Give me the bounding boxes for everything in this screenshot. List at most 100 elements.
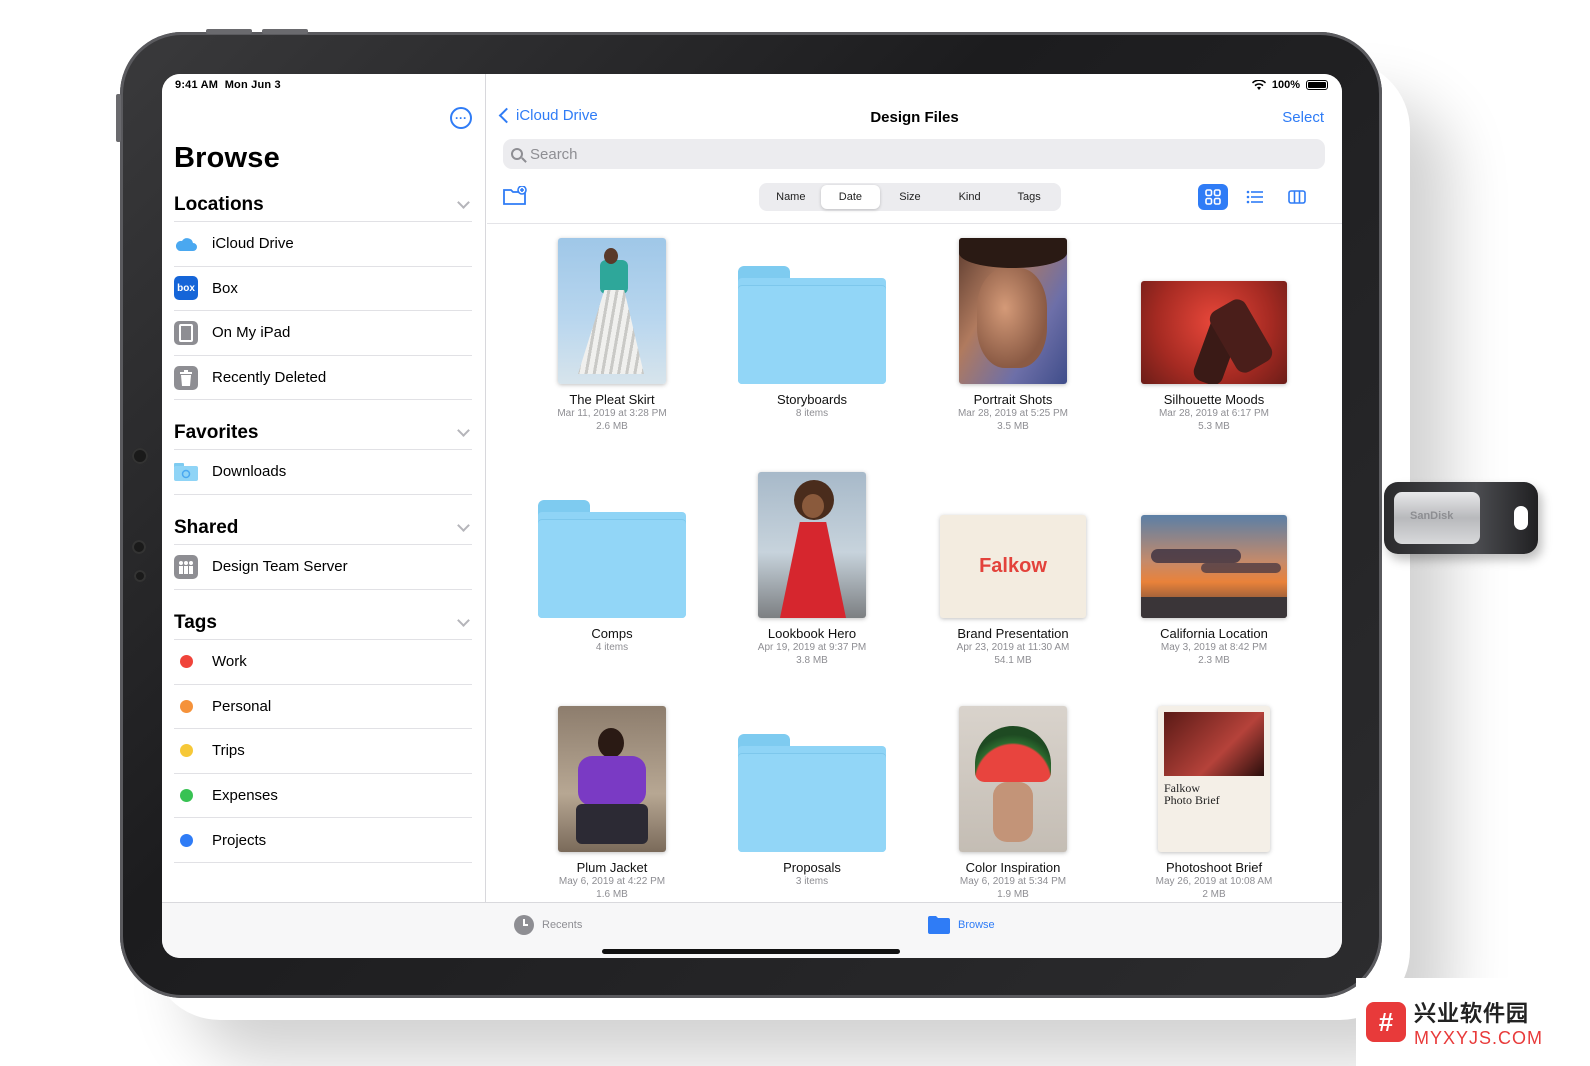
file-name: Color Inspiration [965, 860, 1061, 875]
file-name: Lookbook Hero [767, 626, 857, 641]
sidebar-item-tag-trips[interactable]: Trips [174, 729, 472, 774]
file-name: Plum Jacket [576, 860, 648, 875]
sort-option-date[interactable]: Date [820, 185, 881, 209]
folder-item-storyboards[interactable]: Storyboards 8 items [712, 234, 912, 420]
file-item-portrait-shots[interactable]: Portrait Shots Mar 28, 2019 at 5:25 PM 3… [913, 234, 1113, 433]
camera-icon [132, 448, 148, 464]
search-placeholder: Search [530, 145, 578, 163]
sidebar-item-tag-work[interactable]: Work [174, 640, 472, 685]
file-item-color-inspiration[interactable]: Color Inspiration May 6, 2019 at 5:34 PM… [913, 702, 1113, 901]
file-item-the-pleat-skirt[interactable]: The Pleat Skirt Mar 11, 2019 at 3:28 PM … [512, 234, 712, 433]
column-view-button[interactable] [1282, 184, 1312, 210]
file-name: Silhouette Moods [1163, 392, 1265, 407]
watermark: # 兴业软件园 MYXYJS.COM [1356, 978, 1590, 1066]
section-label: Tags [174, 611, 217, 633]
sidebar-item-label: Downloads [212, 463, 287, 481]
file-size: 2.6 MB [596, 421, 628, 432]
section-header-favorites[interactable]: Favorites [174, 416, 472, 450]
ipad-screen: 9:41 AM Mon Jun 3 ··· Browse Locations i… [162, 74, 1342, 958]
sidebar-item-recently-deleted[interactable]: Recently Deleted [174, 356, 472, 401]
file-name: Portrait Shots [973, 392, 1053, 407]
sidebar-item-downloads[interactable]: Downloads [174, 450, 472, 495]
sidebar-item-design-team-server[interactable]: Design Team Server [174, 545, 472, 590]
file-item-california-location[interactable]: California Location May 3, 2019 at 8:42 … [1114, 468, 1314, 667]
file-date: Mar 28, 2019 at 5:25 PM [957, 408, 1069, 419]
section-label: Locations [174, 193, 264, 215]
tab-bar: Recents Browse [162, 902, 1342, 958]
icon-view-button[interactable] [1198, 184, 1228, 210]
sidebar-item-on-my-ipad[interactable]: On My iPad [174, 311, 472, 356]
file-item-plum-jacket[interactable]: Plum Jacket May 6, 2019 at 4:22 PM 1.6 M… [512, 702, 712, 901]
home-indicator[interactable] [602, 949, 900, 954]
file-date: Apr 23, 2019 at 11:30 AM [956, 642, 1070, 653]
section-shared: Shared Design Team Server [174, 511, 472, 590]
file-date: May 6, 2019 at 4:22 PM [558, 876, 666, 887]
clock-icon [514, 915, 534, 935]
stage: SanDisk 9:41 AM Mon Jun 3 ··· Browse Loc… [0, 0, 1590, 1066]
search-icon [511, 148, 523, 160]
sidebar-item-box[interactable]: box Box [174, 267, 472, 312]
sidebar-item-label: Personal [212, 697, 272, 715]
sidebar-item-label: Expenses [212, 787, 278, 805]
file-thumbnail [1141, 515, 1287, 618]
file-size: 3.8 MB [796, 655, 828, 666]
trash-icon [174, 365, 198, 390]
more-options-button[interactable]: ··· [450, 107, 472, 129]
watermark-logo-icon: # [1366, 1002, 1406, 1042]
sidebar-item-label: Design Team Server [212, 558, 348, 576]
sort-option-name[interactable]: Name [761, 185, 821, 209]
folder-icon [538, 500, 686, 618]
status-right: 100% [1251, 79, 1328, 91]
folder-icon [928, 916, 950, 934]
sidebar-item-label: Recently Deleted [212, 369, 327, 387]
sidebar-item-tag-personal[interactable]: Personal [174, 685, 472, 730]
file-thumbnail: Falkow Photo Brief [1158, 706, 1270, 852]
usb-brand-label: SanDisk [1410, 510, 1454, 522]
sort-option-size[interactable]: Size [880, 185, 940, 209]
file-size: 5.3 MB [1198, 421, 1230, 432]
file-thumbnail [959, 706, 1067, 852]
chevron-down-icon [457, 518, 470, 532]
sort-option-tags[interactable]: Tags [999, 185, 1059, 209]
file-date: Mar 28, 2019 at 6:17 PM [1158, 408, 1270, 419]
file-thumbnail [758, 472, 866, 618]
file-item-photoshoot-brief[interactable]: Falkow Photo Brief Photoshoot Brief May … [1114, 702, 1314, 901]
file-thumbnail [1141, 281, 1287, 384]
wifi-icon [1251, 80, 1266, 90]
sidebar-item-icloud-drive[interactable]: iCloud Drive [174, 222, 472, 267]
select-button[interactable]: Select [1282, 109, 1324, 126]
section-header-locations[interactable]: Locations [174, 188, 472, 222]
file-item-lookbook-hero[interactable]: Lookbook Hero Apr 19, 2019 at 9:37 PM 3.… [712, 468, 912, 667]
file-size: 2 MB [1202, 889, 1226, 900]
file-item-brand-presentation[interactable]: Falkow Brand Presentation Apr 23, 2019 a… [913, 468, 1113, 667]
document-title-text: Falkow Photo Brief [1164, 781, 1220, 807]
file-name: California Location [1160, 626, 1268, 641]
search-input[interactable]: Search [503, 139, 1325, 169]
status-time-text: 9:41 AM [175, 79, 219, 91]
file-name: Photoshoot Brief [1165, 860, 1263, 875]
file-item-silhouette-moods[interactable]: Silhouette Moods Mar 28, 2019 at 6:17 PM… [1114, 234, 1314, 433]
folder-item-comps[interactable]: Comps 4 items [512, 468, 712, 654]
tab-recents[interactable]: Recents [514, 915, 582, 935]
sort-option-kind[interactable]: Kind [940, 185, 1000, 209]
file-size: 54.1 MB [994, 655, 1032, 666]
file-name: Proposals [783, 860, 841, 875]
section-header-shared[interactable]: Shared [174, 511, 472, 545]
chevron-down-icon [457, 423, 470, 437]
folder-item-proposals[interactable]: Proposals 3 items [712, 702, 912, 888]
section-locations: Locations iCloud Drive box Box On My iPa… [174, 188, 472, 401]
watermark-url: MYXYJS.COM [1414, 1027, 1544, 1048]
sidebar-item-tag-expenses[interactable]: Expenses [174, 774, 472, 819]
section-header-tags[interactable]: Tags [174, 606, 472, 640]
file-thumbnail: Falkow [940, 515, 1086, 618]
section-label: Favorites [174, 421, 259, 443]
file-size: 2.3 MB [1198, 655, 1230, 666]
list-view-button[interactable] [1240, 184, 1270, 210]
file-date: May 3, 2019 at 8:42 PM [1160, 642, 1268, 653]
chevron-down-icon [457, 195, 470, 209]
sidebar-item-tag-projects[interactable]: Projects [174, 818, 472, 863]
toolbar-divider [487, 223, 1342, 224]
tab-browse[interactable]: Browse [928, 915, 995, 935]
new-folder-icon[interactable] [503, 186, 527, 206]
status-date-text: Mon Jun 3 [224, 79, 281, 91]
